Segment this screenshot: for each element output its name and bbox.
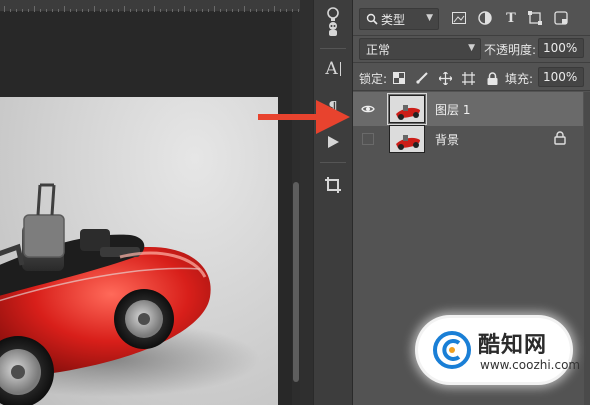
ruler-tick [280, 9, 281, 12]
photoshop-window: A ¶ 类型 ▼ T 正常 ▼ 不透明度: 100% 锁定: 填充: 100% … [0, 0, 590, 405]
ruler-tick [52, 9, 53, 12]
ruler-tick [94, 6, 95, 12]
image-filter-icon[interactable] [451, 10, 467, 26]
ruler-tick [196, 9, 197, 12]
ruler-tick [70, 9, 71, 12]
ruler-tick [22, 9, 23, 12]
ruler-tick [88, 9, 89, 12]
blend-mode-dropdown[interactable]: 正常 ▼ [359, 38, 481, 60]
ruler-tick [202, 9, 203, 12]
horizontal-ruler [0, 0, 300, 12]
ruler-tick [274, 6, 275, 12]
puppet-tool-icon[interactable] [314, 14, 352, 44]
ruler-tick [76, 9, 77, 12]
layer-thumbnail [389, 125, 425, 153]
ruler-tick [46, 9, 47, 12]
ruler-tick [142, 9, 143, 12]
ruler-tick [190, 9, 191, 12]
car-image [0, 183, 260, 405]
type-filter-icon[interactable]: T [503, 10, 519, 26]
ruler-tick [16, 9, 17, 12]
ruler-tick [226, 9, 227, 12]
chevron-down-icon: ▼ [426, 13, 433, 23]
ruler-tick [232, 9, 233, 12]
blend-mode-value: 正常 [366, 42, 391, 57]
ruler-tick [166, 9, 167, 12]
ruler-tick [160, 9, 161, 12]
ruler-tick [286, 9, 287, 12]
scrollbar-thumb[interactable] [293, 182, 299, 382]
layers-scrollbar[interactable] [584, 92, 590, 405]
ruler-tick [238, 9, 239, 12]
ruler-tick [100, 9, 101, 12]
ruler-tick [256, 9, 257, 12]
layer-filter-dropdown[interactable]: 类型 ▼ [359, 8, 439, 30]
ruler-tick [58, 9, 59, 12]
ruler-tick [40, 9, 41, 12]
search-icon [366, 13, 378, 25]
lock-position-icon[interactable] [438, 71, 452, 85]
ruler-tick [34, 6, 35, 12]
opacity-label: 不透明度: [484, 43, 537, 57]
ruler-tick [136, 9, 137, 12]
chevron-down-icon: ▼ [468, 43, 475, 53]
ruler-tick [184, 6, 185, 12]
lock-icon [554, 131, 566, 145]
panel-gutter [300, 0, 313, 405]
annotation-arrow [258, 100, 350, 134]
ruler-tick [106, 9, 107, 12]
ruler-tick [82, 9, 83, 12]
ruler-tick [10, 9, 11, 12]
lock-transparency-icon[interactable] [392, 71, 406, 85]
ruler-tick [268, 9, 269, 12]
ruler-tick [130, 9, 131, 12]
fill-input[interactable]: 100% [538, 67, 584, 87]
ruler-tick [118, 9, 119, 12]
canvas-area[interactable] [0, 0, 300, 405]
ruler-tick [220, 9, 221, 12]
visibility-toggle[interactable] [362, 133, 374, 145]
opacity-input[interactable]: 100% [538, 38, 584, 58]
ruler-tick [112, 9, 113, 12]
smart-object-filter-icon[interactable] [553, 10, 569, 26]
lock-all-icon[interactable] [485, 71, 499, 85]
watermark-en-text: www.coozhi.com [480, 358, 581, 372]
lock-artboard-icon[interactable] [461, 71, 475, 85]
character-panel-icon[interactable]: A [314, 54, 352, 84]
crop-tool-icon[interactable] [314, 170, 352, 200]
shape-filter-icon[interactable] [527, 10, 543, 26]
layer-row-1[interactable]: 图层 1 [353, 92, 583, 126]
layer-name: 背景 [435, 133, 460, 147]
document-canvas[interactable] [0, 97, 278, 405]
ruler-tick [172, 9, 173, 12]
ruler-tick [148, 9, 149, 12]
ruler-tick [244, 6, 245, 12]
ruler-tick [214, 6, 215, 12]
ruler-tick [64, 6, 65, 12]
filter-kind-label: 类型 [381, 12, 406, 27]
ruler-tick [124, 6, 125, 12]
canvas-scrollbar[interactable] [292, 12, 300, 405]
watermark: 酷知网 www.coozhi.com [418, 318, 580, 382]
lock-label: 锁定: [359, 72, 388, 86]
layer-name: 图层 1 [435, 103, 471, 117]
eye-icon[interactable] [361, 102, 375, 116]
ruler-tick [262, 9, 263, 12]
fill-label: 填充: [505, 72, 534, 86]
opacity-value: 100% [543, 41, 578, 55]
ruler-tick [208, 9, 209, 12]
ruler-tick [250, 9, 251, 12]
panel-icon-strip: A ¶ [313, 0, 353, 405]
fill-value: 100% [543, 70, 578, 84]
ruler-tick [4, 6, 5, 12]
ruler-tick [178, 9, 179, 12]
ruler-tick [154, 6, 155, 12]
layer-thumbnail [387, 93, 427, 125]
watermark-cn-text: 酷知网 [478, 333, 548, 358]
layer-row-background[interactable]: 背景 [353, 122, 583, 156]
lock-pixels-icon[interactable] [415, 71, 429, 85]
coozhi-logo-icon [433, 331, 471, 369]
adjustment-filter-icon[interactable] [477, 10, 493, 26]
ruler-tick [28, 9, 29, 12]
